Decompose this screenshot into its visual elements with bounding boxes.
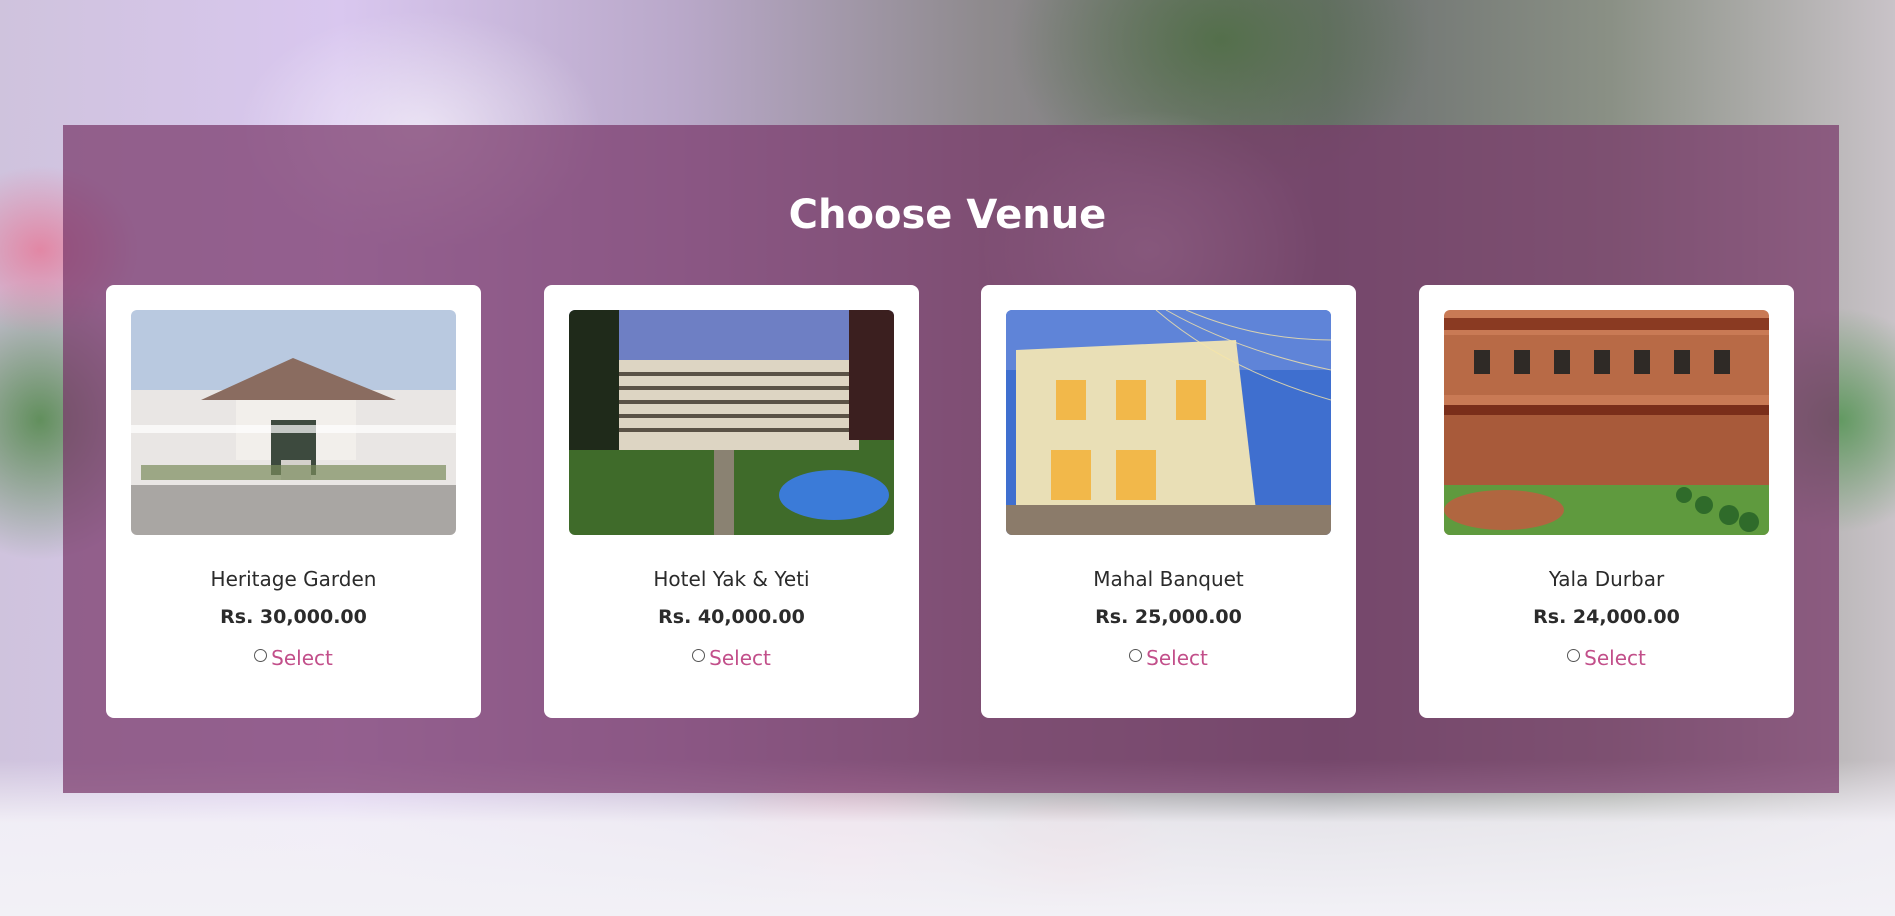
venue-card-hotel-yak-yeti[interactable]: Hotel Yak & Yeti Rs. 40,000.00 Select [544,285,919,718]
venue-price: Rs. 30,000.00 [220,606,367,628]
venue-price: Rs. 40,000.00 [658,606,805,628]
venue-name: Mahal Banquet [1093,567,1244,591]
select-label[interactable]: Select [1146,646,1208,670]
select-radio[interactable] [1129,649,1143,662]
select-radio[interactable] [1567,649,1581,662]
select-option[interactable]: Select [106,646,481,670]
venue-image [1444,310,1769,535]
venue-card-yala-durbar[interactable]: Yala Durbar Rs. 24,000.00 Select [1419,285,1794,718]
venue-image [1006,310,1331,535]
select-label[interactable]: Select [709,646,771,670]
venue-card-heritage-garden[interactable]: Heritage Garden Rs. 30,000.00 Select [106,285,481,718]
venue-price: Rs. 25,000.00 [1095,606,1242,628]
venue-name: Yala Durbar [1548,567,1665,591]
page-title: Choose Venue [788,192,1107,238]
select-option[interactable]: Select [981,646,1356,670]
venue-name: Hotel Yak & Yeti [653,567,810,591]
select-radio[interactable] [254,649,268,662]
select-option[interactable]: Select [1419,646,1794,670]
select-label[interactable]: Select [271,646,333,670]
venue-image [131,310,456,535]
venue-image [569,310,894,535]
venue-name: Heritage Garden [210,567,377,591]
select-radio[interactable] [692,649,706,662]
venue-price: Rs. 24,000.00 [1533,606,1680,628]
select-label[interactable]: Select [1584,646,1646,670]
venue-card-mahal-banquet[interactable]: Mahal Banquet Rs. 25,000.00 Select [981,285,1356,718]
select-option[interactable]: Select [544,646,919,670]
